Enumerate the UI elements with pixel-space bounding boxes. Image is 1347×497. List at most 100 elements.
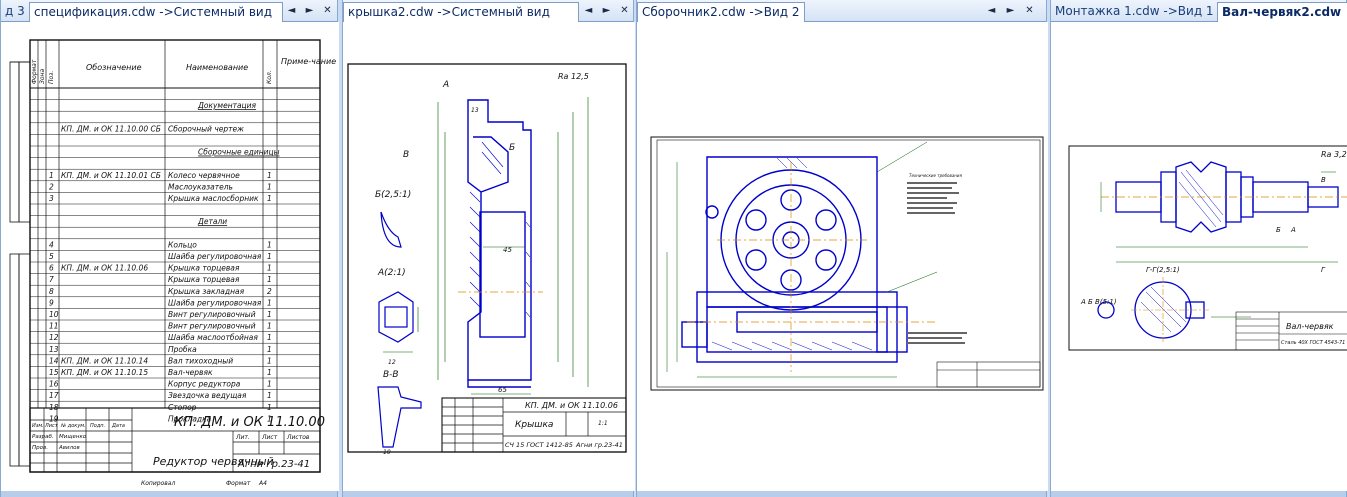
tab-specification[interactable]: спецификация.cdw ->Системный вид: [29, 2, 283, 22]
spec-row-designation: КП. ДМ. и ОК 11.10.00 СБ: [61, 124, 161, 133]
shaft-drawing: Ra 3,2 А Б В(5:1) Г-Г(2,5:1) А Б В Г Вал…: [1051, 22, 1347, 491]
horizontal-scrollbar[interactable]: [1051, 491, 1346, 497]
spec-row-designation: КП. ДМ. и ОК 11.10.15: [61, 368, 148, 377]
tab-prev-document[interactable]: д 3: [1, 2, 29, 22]
spec-row-qty: 1: [267, 310, 272, 319]
tab-scroll-right-icon[interactable]: ►: [302, 3, 317, 18]
spec-row-pos: 5: [49, 252, 54, 261]
spec-row-qty: 1: [267, 252, 272, 261]
spec-row-pos: 3: [49, 194, 54, 203]
spec-row-name: Документация: [197, 101, 257, 110]
lid-drawing: Ra 12,5 А Б В 45 65 Б(2,5:1) А(2:1) В-В …: [343, 22, 635, 491]
lid-stamp-material: СЧ 15 ГОСТ 1412-85: [505, 441, 573, 449]
spec-row-pos: 8: [49, 287, 54, 296]
spec-change-col-5: Дата: [111, 423, 125, 429]
spec-stamp-sheet: Лист: [261, 434, 278, 441]
lid-stamp-title: Крышка: [515, 420, 553, 430]
spec-row-designation: КП. ДМ. и ОК 11.10.01 СБ: [61, 171, 161, 180]
tabbar: д 3 спецификация.cdw ->Системный вид ◄ ►…: [1, 0, 337, 22]
lid-dim-10: 10: [383, 449, 391, 456]
tabbar: крышка2.cdw ->Системный вид ◄ ► ✕: [343, 0, 633, 22]
shaft-stamp-material: Сталь 40Х ГОСТ 4543-71: [1281, 340, 1345, 346]
drawing-canvas[interactable]: Ra 12,5 А Б В 45 65 Б(2,5:1) А(2:1) В-В …: [343, 22, 635, 491]
spec-row-name: Кольцо: [168, 240, 197, 249]
spec-header-name: Наименование: [186, 63, 248, 72]
spec-row-qty: 2: [267, 287, 272, 296]
spec-copy-label: Копировал: [141, 480, 175, 487]
spec-change-col-3: № докум.: [60, 423, 86, 429]
spec-row-pos: 16: [49, 380, 59, 389]
drawing-canvas[interactable]: Ra 3,2 А Б В(5:1) Г-Г(2,5:1) А Б В Г Вал…: [1051, 22, 1347, 491]
spec-row-name: Крышка маслосборник: [168, 194, 259, 203]
pane-shaft: Монтажка 1.cdw ->Вид 1 Вал-червяк2.cdw R…: [1050, 0, 1347, 497]
lid-callout-b: Б: [509, 143, 515, 153]
lid-callout-a: А: [442, 80, 449, 90]
spec-row-name: Крышка торцевая: [168, 275, 240, 284]
spec-row-qty: 1: [267, 171, 272, 180]
lid-dim-65: 65: [498, 386, 507, 394]
spec-row-qty: 1: [267, 345, 272, 354]
spec-row-name: Сборочные единицы: [198, 148, 280, 157]
tab-scroll-left-icon[interactable]: ◄: [581, 3, 596, 18]
drawing-canvas[interactable]: Технические требования: [637, 22, 1048, 491]
spec-row-qty: 1: [267, 368, 272, 377]
spec-row-pos: 14: [49, 356, 59, 365]
spec-row-pos: 17: [49, 391, 59, 400]
spec-row-pos: 1: [49, 171, 54, 180]
close-icon[interactable]: ✕: [320, 3, 335, 18]
spec-row-pos: 13: [49, 345, 59, 354]
spec-row-qty: 1: [267, 322, 272, 331]
spec-stamp-code: КП. ДМ. и ОК 11.10.00: [174, 415, 325, 430]
lid-stamp-group: Агни гр.23-41: [575, 441, 623, 449]
lid-roughness: Ra 12,5: [558, 72, 589, 81]
tab-mounting[interactable]: Монтажка 1.cdw ->Вид 1: [1051, 2, 1217, 22]
spec-stamp-name-dev: Мищенко: [59, 434, 87, 440]
tab-shaft-worm[interactable]: Вал-червяк2.cdw: [1217, 2, 1347, 22]
spec-header-format: Формат: [31, 59, 38, 84]
close-icon[interactable]: ✕: [617, 3, 632, 18]
tab-lid[interactable]: крышка2.cdw ->Системный вид: [343, 2, 579, 22]
assembly-drawing: Технические требования: [637, 22, 1048, 491]
tab-scroll-left-icon[interactable]: ◄: [284, 3, 299, 18]
tab-scroll-left-icon[interactable]: ◄: [984, 3, 999, 18]
shaft-stamp-title: Вал-червяк: [1286, 322, 1334, 331]
spec-row-name: Вал тихоходный: [168, 356, 233, 365]
spec-row-name: Колесо червячное: [168, 171, 240, 180]
pane-lid: крышка2.cdw ->Системный вид ◄ ► ✕ Ra 12,…: [342, 0, 635, 497]
shaft-label-a: А: [1290, 226, 1296, 234]
spec-row-qty: 1: [267, 275, 272, 284]
spec-row-name: Стопор: [168, 403, 197, 412]
pane-specification: д 3 спецификация.cdw ->Системный вид ◄ ►…: [0, 0, 339, 497]
spec-stamp-group: Агни гр.23-41: [237, 459, 310, 470]
spec-row-pos: 7: [49, 275, 54, 284]
spec-row-pos: 10: [49, 310, 59, 319]
tab-assembly[interactable]: Сборочник2.cdw ->Вид 2: [637, 2, 805, 22]
shaft-roughness: Ra 3,2: [1321, 150, 1347, 159]
spec-row-pos: 2: [49, 182, 54, 191]
spec-row-pos: 9: [49, 298, 54, 307]
tab-scroll-right-icon[interactable]: ►: [1003, 3, 1018, 18]
spec-stamp-role-check: Пров.: [32, 445, 48, 451]
spec-row-qty: 1: [267, 391, 272, 400]
spec-row-qty: 1: [267, 240, 272, 249]
horizontal-scrollbar[interactable]: [637, 491, 1046, 497]
spec-row-name: Пробка: [168, 345, 197, 354]
pane-assembly: Сборочник2.cdw ->Вид 2 ◄ ► ✕ Технические…: [636, 0, 1048, 497]
spec-row-qty: 1: [267, 298, 272, 307]
tab-scroll-right-icon[interactable]: ►: [599, 3, 614, 18]
lid-stamp-scale: 1:1: [598, 420, 608, 427]
spec-row-name: Винт регулировочный: [168, 310, 256, 319]
close-icon[interactable]: ✕: [1022, 3, 1037, 18]
spec-row-qty: 1: [267, 403, 272, 412]
spec-row-pos: 12: [49, 333, 59, 342]
horizontal-scrollbar[interactable]: [343, 491, 633, 497]
horizontal-scrollbar[interactable]: [1, 491, 337, 497]
spec-header-pos: Поз.: [48, 71, 55, 84]
spec-row-pos: 15: [49, 368, 59, 377]
spec-change-col-2: Лист: [44, 423, 59, 429]
shaft-section-gg: Г-Г(2,5:1): [1146, 266, 1180, 274]
lid-view-a: А(2:1): [377, 268, 406, 278]
spec-row-name: Крышка торцевая: [168, 264, 240, 273]
specification-drawing: Обозначение Наименование Приме-чание Формат…: [1, 22, 339, 491]
drawing-canvas[interactable]: Обозначение Наименование Приме-чание Формат…: [1, 22, 339, 491]
